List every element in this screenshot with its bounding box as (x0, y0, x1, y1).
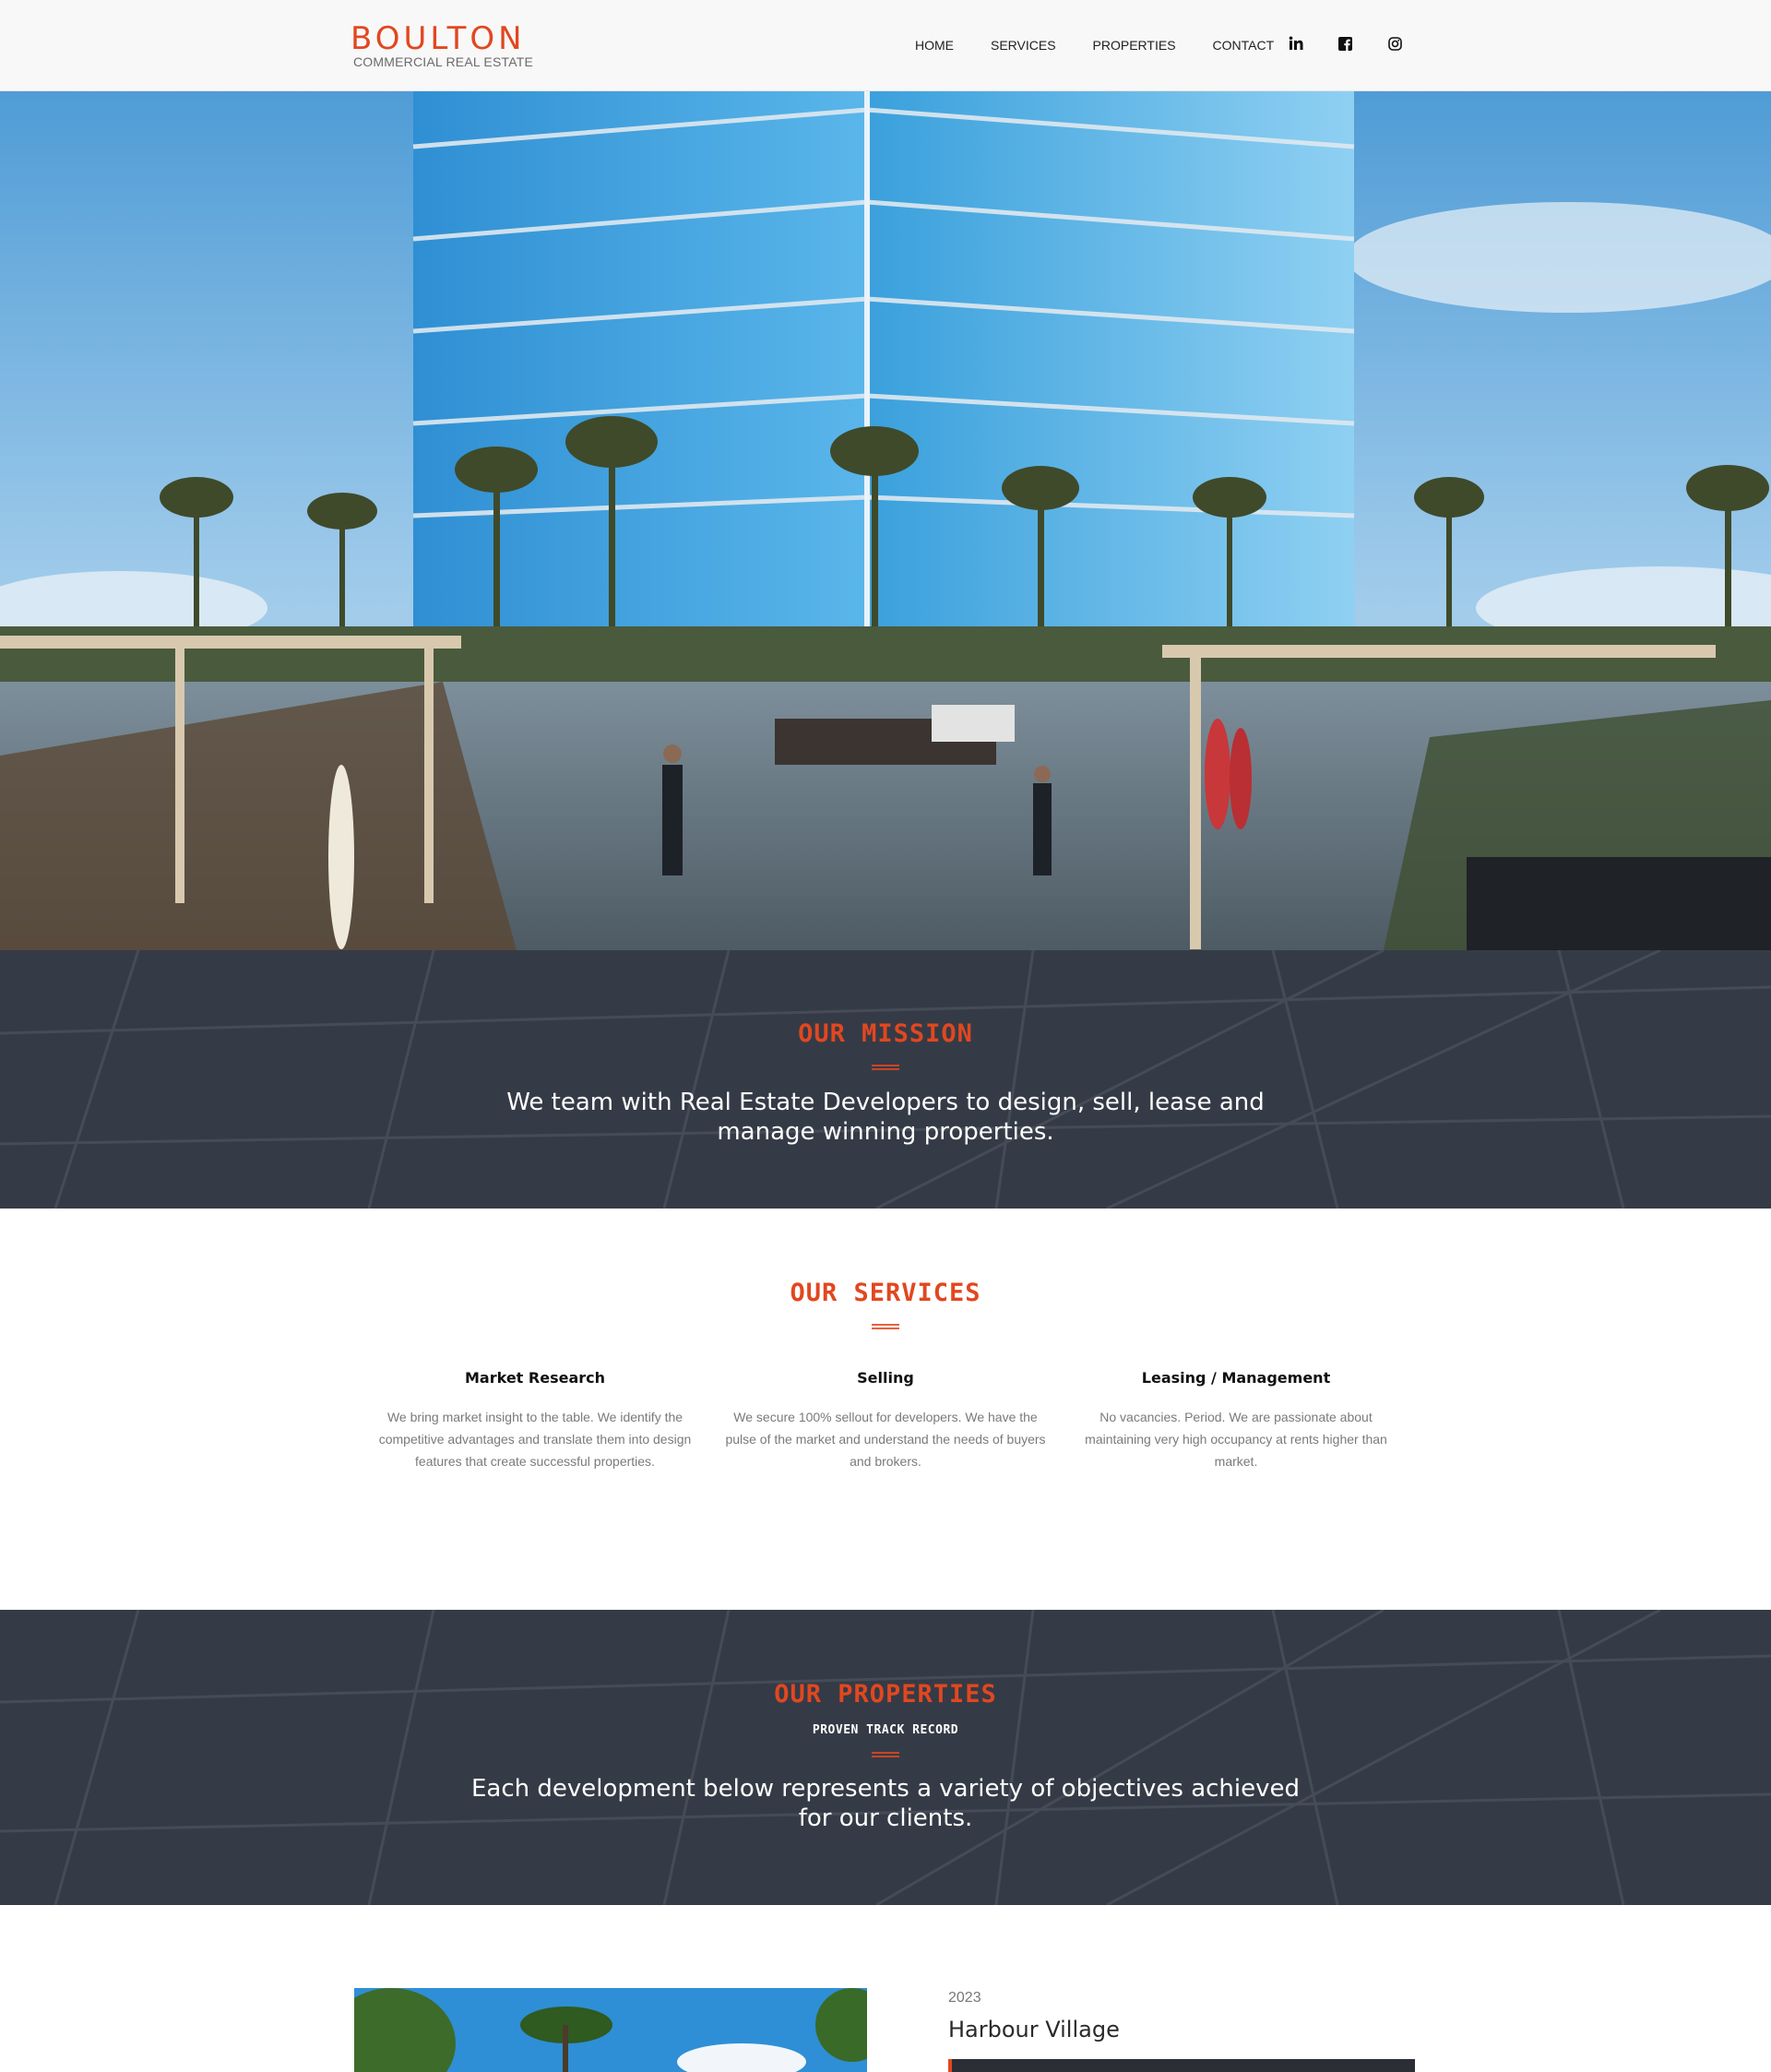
properties-text: Each development below represents a vari… (470, 1775, 1301, 1832)
site-header: BOULTON COMMERCIAL REAL ESTATE HOME SERV… (0, 0, 1771, 91)
service-market-research: Market Research We bring market insight … (374, 1369, 696, 1472)
hero-photo (0, 91, 1771, 950)
facebook-icon[interactable] (1335, 33, 1355, 54)
hero-image (0, 91, 1771, 950)
nav-services[interactable]: SERVICES (991, 37, 1056, 54)
service-leasing-management: Leasing / Management No vacancies. Perio… (1075, 1369, 1397, 1472)
service-title: Selling (857, 1369, 914, 1387)
nav-properties[interactable]: PROPERTIES (1093, 37, 1176, 54)
brand-logo[interactable]: BOULTON COMMERCIAL REAL ESTATE (351, 22, 537, 68)
service-description: We secure 100% sellout for developers. W… (725, 1410, 1046, 1469)
brand-tagline: COMMERCIAL REAL ESTATE (353, 54, 533, 69)
linkedin-icon[interactable] (1286, 33, 1306, 54)
nav-home[interactable]: HOME (915, 37, 954, 54)
service-title: Leasing / Management (1141, 1369, 1331, 1387)
property-year: 2023 (948, 1990, 981, 2006)
property-photo (354, 1988, 867, 2072)
properties-subtitle: PROVEN TRACK RECORD (812, 1723, 959, 1737)
property-details-bar (948, 2059, 1415, 2072)
properties-section: OUR PROPERTIES PROVEN TRACK RECORD Each … (0, 1610, 1771, 1905)
mission-text: We team with Real Estate Developers to d… (506, 1089, 1265, 1146)
properties-title: OUR PROPERTIES (774, 1680, 997, 1709)
service-selling: Selling We secure 100% sellout for devel… (724, 1369, 1047, 1472)
instagram-icon[interactable] (1385, 33, 1405, 54)
service-title: Market Research (465, 1369, 605, 1387)
services-title: OUR SERVICES (790, 1279, 981, 1307)
property-name[interactable]: Harbour Village (948, 2017, 1120, 2042)
main-nav: HOME SERVICES PROPERTIES CONTACT (915, 37, 1311, 54)
mission-section: OUR MISSION We team with Real Estate Dev… (0, 950, 1771, 1209)
title-divider (872, 1752, 899, 1757)
service-description: No vacancies. Period. We are passionate … (1085, 1410, 1387, 1469)
property-image[interactable] (354, 1988, 867, 2072)
title-divider (872, 1065, 899, 1070)
service-description: We bring market insight to the table. We… (378, 1410, 692, 1469)
services-section: OUR SERVICES Market Research We bring ma… (0, 1209, 1771, 1610)
mission-title: OUR MISSION (798, 1019, 973, 1048)
nav-contact[interactable]: CONTACT (1213, 37, 1275, 54)
brand-name: BOULTON (351, 20, 526, 57)
title-divider (872, 1324, 899, 1329)
